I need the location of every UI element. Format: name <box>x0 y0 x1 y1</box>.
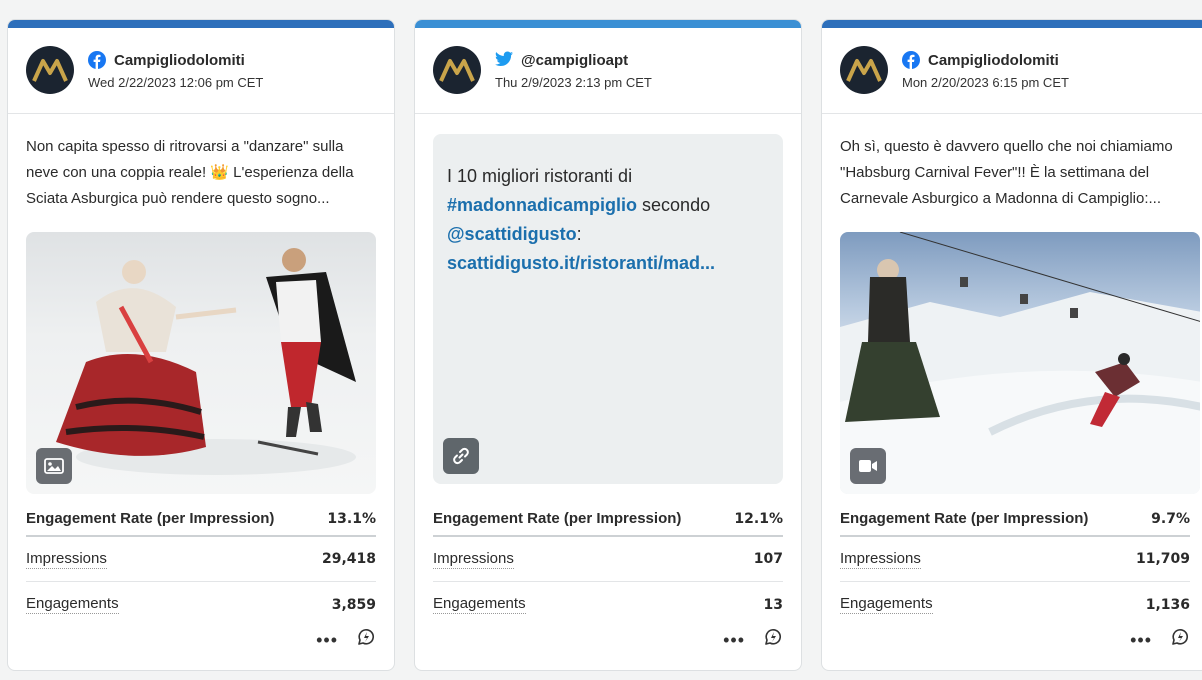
image-icon <box>36 448 72 484</box>
post-card[interactable]: Campigliodolomiti Wed 2/22/2023 12:06 pm… <box>7 19 395 671</box>
engagements-row: Engagements 13 <box>433 582 783 627</box>
twitter-icon <box>495 51 513 69</box>
facebook-icon <box>902 51 920 69</box>
engagements-label[interactable]: Engagements <box>433 595 526 614</box>
network-color-bar <box>8 20 394 28</box>
text-segment: I 10 migliori ristoranti di <box>447 166 633 186</box>
boost-icon[interactable] <box>356 627 376 652</box>
mention-link[interactable]: @scattidigusto <box>447 224 577 244</box>
link-icon <box>443 438 479 474</box>
network-color-bar <box>415 20 801 28</box>
post-date: Wed 2/22/2023 12:06 pm CET <box>88 75 264 90</box>
engagements-value: 3,859 <box>331 596 376 613</box>
post-stats: Engagement Rate (per Impression) 12.1% I… <box>433 502 783 627</box>
post-video[interactable] <box>840 232 1200 494</box>
post-header: Campigliodolomiti Mon 2/20/2023 6:15 pm … <box>822 28 1202 114</box>
more-options-button[interactable]: ••• <box>1130 631 1152 649</box>
post-stats: Engagement Rate (per Impression) 9.7% Im… <box>840 502 1190 627</box>
impressions-label[interactable]: Impressions <box>26 550 107 569</box>
impressions-row: Impressions 29,418 <box>26 537 376 582</box>
facebook-icon <box>88 51 106 69</box>
engagement-rate-value: 13.1% <box>327 510 376 527</box>
post-header: @campiglioapt Thu 2/9/2023 2:13 pm CET <box>415 28 801 114</box>
impressions-value: 11,709 <box>1135 551 1190 567</box>
engagement-rate-row: Engagement Rate (per Impression) 13.1% <box>26 502 376 537</box>
post-card[interactable]: Campigliodolomiti Mon 2/20/2023 6:15 pm … <box>821 19 1202 671</box>
avatar[interactable] <box>840 46 888 94</box>
post-image[interactable] <box>26 232 376 494</box>
more-options-button[interactable]: ••• <box>723 631 745 649</box>
url-link[interactable]: scattidigusto.it/ristoranti/mad... <box>447 253 715 273</box>
boost-icon[interactable] <box>763 627 783 652</box>
engagement-rate-value: 9.7% <box>1151 510 1190 527</box>
engagements-label[interactable]: Engagements <box>26 595 119 614</box>
engagement-rate-label[interactable]: Engagement Rate (per Impression) <box>433 510 681 527</box>
impressions-value: 107 <box>753 551 783 567</box>
impressions-value: 29,418 <box>321 551 376 567</box>
impressions-label[interactable]: Impressions <box>840 550 921 569</box>
engagements-value: 1,136 <box>1145 596 1190 613</box>
video-icon <box>850 448 886 484</box>
engagement-rate-label[interactable]: Engagement Rate (per Impression) <box>840 510 1088 527</box>
post-text: I 10 migliori ristoranti di #madonnadica… <box>447 162 767 278</box>
post-header: Campigliodolomiti Wed 2/22/2023 12:06 pm… <box>8 28 394 114</box>
network-color-bar <box>822 20 1202 28</box>
text-segment: : <box>576 224 582 244</box>
engagements-label[interactable]: Engagements <box>840 595 933 614</box>
engagements-row: Engagements 1,136 <box>840 582 1190 627</box>
impressions-row: Impressions 11,709 <box>840 537 1190 582</box>
engagements-value: 13 <box>763 596 783 613</box>
impressions-row: Impressions 107 <box>433 537 783 582</box>
post-text: Oh sì, questo è davvero quello che noi c… <box>840 138 1173 207</box>
post-text: Non capita spesso di ritrovarsi a "danza… <box>26 138 354 207</box>
text-segment: secondo <box>637 195 711 215</box>
avatar[interactable] <box>433 46 481 94</box>
engagement-rate-label[interactable]: Engagement Rate (per Impression) <box>26 510 274 527</box>
account-name[interactable]: Campigliodolomiti <box>114 52 245 69</box>
avatar[interactable] <box>26 46 74 94</box>
engagement-rate-row: Engagement Rate (per Impression) 9.7% <box>840 502 1190 537</box>
post-stats: Engagement Rate (per Impression) 13.1% I… <box>26 502 376 627</box>
hashtag-link[interactable]: #madonnadicampiglio <box>447 195 637 215</box>
post-card[interactable]: @campiglioapt Thu 2/9/2023 2:13 pm CET I… <box>414 19 802 671</box>
impressions-label[interactable]: Impressions <box>433 550 514 569</box>
account-name[interactable]: Campigliodolomiti <box>928 52 1059 69</box>
engagements-row: Engagements 3,859 <box>26 582 376 627</box>
engagement-rate-value: 12.1% <box>734 510 783 527</box>
account-name[interactable]: @campiglioapt <box>521 52 628 69</box>
post-date: Thu 2/9/2023 2:13 pm CET <box>495 75 652 90</box>
more-options-button[interactable]: ••• <box>316 631 338 649</box>
link-preview[interactable]: I 10 migliori ristoranti di #madonnadica… <box>433 134 783 484</box>
post-date: Mon 2/20/2023 6:15 pm CET <box>902 75 1069 90</box>
engagement-rate-row: Engagement Rate (per Impression) 12.1% <box>433 502 783 537</box>
boost-icon[interactable] <box>1170 627 1190 652</box>
